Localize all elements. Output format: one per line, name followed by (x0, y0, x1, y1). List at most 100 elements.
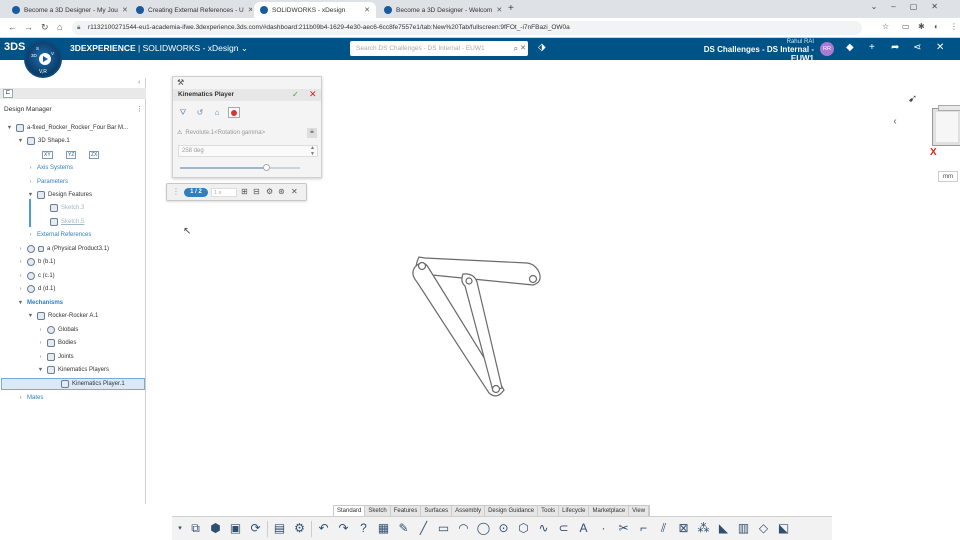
tree-node-mechanisms[interactable]: ▼ Mechanisms (17, 297, 63, 309)
spline-icon[interactable]: ∿ (535, 520, 552, 537)
extrude-icon[interactable]: ⬕ (775, 520, 792, 537)
joint-pin[interactable] (465, 277, 473, 285)
plane-yz[interactable]: YZ (66, 149, 77, 161)
collapse-panel-icon[interactable]: ‹ (138, 79, 140, 86)
chamfer-icon[interactable]: ◣ (715, 520, 732, 537)
cancel-icon[interactable]: ✕ (309, 89, 317, 100)
expand-icon[interactable]: ▼ (6, 125, 13, 131)
tree-node-mates[interactable]: › Mates (17, 392, 44, 404)
tree-node-globals[interactable]: › Globals (37, 324, 78, 336)
extensions-icon[interactable]: ✱ (918, 22, 925, 31)
update-icon[interactable]: ⟳ (247, 520, 264, 537)
trim-icon[interactable]: ✂ (615, 520, 632, 537)
close-tab-icon[interactable]: ✕ (496, 6, 502, 14)
properties-icon[interactable]: ▤ (271, 520, 288, 537)
mirror-icon[interactable]: ⊠ (675, 520, 692, 537)
solid-icon[interactable]: ◇ (755, 520, 772, 537)
more-options-icon[interactable]: ⋮ (136, 105, 143, 113)
insert-icon[interactable]: ⬢ (207, 520, 224, 537)
tree-node-rocker[interactable]: ▼ Rocker-Rocker A.1 (27, 310, 98, 322)
sketch-tool-icon[interactable]: ✎ (395, 520, 412, 537)
tree-node-design-features[interactable]: ▼ Design Features (27, 189, 92, 201)
line-icon[interactable]: ╱ (415, 520, 432, 537)
new-tab-button[interactable]: + (508, 3, 514, 14)
search-icon[interactable]: ⌕ (514, 41, 518, 56)
avatar[interactable]: RR (820, 42, 834, 56)
tab-standard[interactable]: Standard (334, 506, 366, 516)
play-icon[interactable] (39, 53, 51, 65)
lock-icon[interactable]: 🔒︎ (307, 128, 317, 138)
reload-icon[interactable]: ↻ (41, 22, 49, 33)
tree-node-parameters[interactable]: › Parameters (27, 176, 68, 188)
compass-quadrant[interactable]: 3D (31, 53, 37, 58)
redo-icon[interactable]: ↷ (335, 520, 352, 537)
share-icon[interactable]: ➦ (891, 42, 899, 53)
value-field[interactable]: 258 deg ▲ ▼ (178, 145, 318, 157)
url-field[interactable]: 🔒︎ r1132100271544-eu1-academia-ifwe.3dex… (72, 21, 862, 35)
tree-node-joints[interactable]: › Joints (37, 351, 74, 363)
clear-search-icon[interactable]: ✕ (520, 41, 526, 56)
units-selector[interactable]: mm (938, 171, 958, 182)
browser-tab[interactable]: Become a 3D Designer - Welcom ✕ (378, 2, 504, 18)
step-minus-icon[interactable]: ⊟ (253, 187, 260, 196)
expand-icon[interactable]: › (27, 165, 34, 171)
expand-icon[interactable]: › (17, 259, 24, 265)
tree-node-bodies[interactable]: › Bodies (37, 337, 76, 349)
tab-assembly[interactable]: Assembly (452, 506, 486, 516)
plane-xy[interactable]: XY (42, 149, 53, 161)
expand-icon[interactable]: › (17, 286, 24, 292)
filter-icon[interactable]: ⛛ (177, 107, 189, 118)
back-icon[interactable]: ← (8, 22, 17, 32)
add-icon[interactable]: + (869, 42, 875, 53)
help-icon[interactable]: ? (355, 520, 372, 537)
expand-icon[interactable]: › (27, 179, 34, 185)
forward-icon[interactable]: → (24, 22, 33, 32)
undo-icon[interactable]: ↶ (315, 520, 332, 537)
offset-icon[interactable]: ⫽ (655, 520, 672, 537)
tab-marketplace[interactable]: Marketplace (589, 506, 630, 516)
drag-handle-icon[interactable]: ⋮ (172, 187, 180, 196)
profile-icon[interactable]: ◐ (934, 22, 939, 31)
window-controls[interactable]: ⌄–▢✕ (871, 2, 952, 11)
expand-icon[interactable]: ▼ (27, 313, 34, 319)
robot-compass-icon[interactable]: ➹ (908, 92, 917, 105)
slider-handle[interactable] (263, 164, 271, 171)
expand-icon[interactable]: ▼ (27, 192, 34, 198)
tools-icon[interactable]: ✕ (936, 42, 944, 53)
browser-tab[interactable]: Creating External References - U ✕ (130, 2, 252, 18)
settings-icon[interactable]: ⚙ (291, 520, 308, 537)
tree-node-a[interactable]: › a (Physical Product3.1) (17, 243, 109, 255)
menu-icon[interactable]: ⋮ (950, 22, 958, 31)
expand-icon[interactable]: ▼ (17, 300, 24, 306)
tree-tab-icon[interactable]: ⊏ (3, 89, 13, 98)
tree-node-sketch-5[interactable]: Sketch.5 (50, 216, 84, 228)
compass-quadrant[interactable]: S (36, 46, 39, 51)
expand-icon[interactable]: › (17, 395, 24, 401)
expand-right-panel-icon[interactable]: ‹ (886, 112, 904, 132)
compass-quadrant[interactable]: V (51, 51, 54, 56)
app-brand[interactable]: 3DEXPERIENCE | SOLIDWORKS - xDesign ⌄ (70, 43, 248, 54)
value-slider[interactable] (180, 164, 300, 171)
joint-pin[interactable] (491, 384, 501, 394)
chat-icon[interactable]: ◆ (846, 42, 854, 53)
close-tab-icon[interactable]: ✕ (122, 6, 128, 14)
polygon-icon[interactable]: ⬡ (515, 520, 532, 537)
expand-icon[interactable]: › (17, 273, 24, 279)
four-bar-linkage[interactable] (412, 256, 541, 397)
slot-icon[interactable]: ⊂ (555, 520, 572, 537)
sidebar-icon[interactable]: ▭ (902, 22, 910, 31)
tab-features[interactable]: Features (391, 506, 422, 516)
compass-icon[interactable]: 3D V S V,R (24, 40, 62, 78)
expand-icon[interactable]: › (37, 354, 44, 360)
tab-lifecycle[interactable]: Lifecycle (559, 506, 590, 516)
view-cube[interactable] (932, 105, 960, 146)
spinner-icon[interactable]: ▲ ▼ (310, 145, 315, 157)
home-icon[interactable]: ⌂ (57, 22, 62, 32)
ok-icon[interactable]: ✓ (292, 90, 299, 99)
command-row[interactable]: ⚠ Revolute.1<Rotation gamma> 🔒︎ (177, 128, 319, 139)
circle-icon[interactable]: ◯ (475, 520, 492, 537)
browser-tab[interactable]: Become a 3D Designer - My Jou ✕ (6, 2, 130, 18)
pattern-icon[interactable]: ⁂ (695, 520, 712, 537)
star-icon[interactable]: ☆ (882, 22, 889, 31)
arc-icon[interactable]: ◠ (455, 520, 472, 537)
